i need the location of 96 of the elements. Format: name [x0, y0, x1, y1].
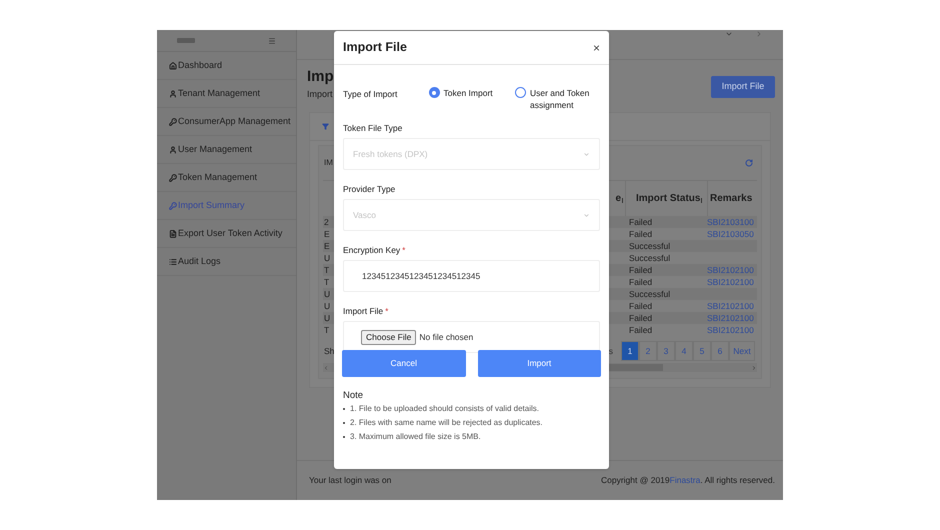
table-cell-text: Failed [628, 300, 654, 312]
page-button[interactable]: 3 [657, 341, 675, 361]
sidebar-item[interactable]: Audit Logs [157, 248, 296, 276]
copyright-text: Copyright @ 2019 [601, 474, 670, 487]
sidebar-item[interactable]: Tenant Management [157, 80, 296, 108]
logo-icon [177, 38, 195, 43]
page-button[interactable]: 5 [693, 341, 711, 361]
remarks-link[interactable]: SBI2102100 [707, 312, 754, 323]
table-cell-text: Failed [628, 216, 654, 228]
remarks-link[interactable]: SBI2103100 [707, 216, 754, 227]
copyright-text: . All rights reserved. [700, 474, 775, 487]
chevron-icon[interactable] [725, 30, 733, 38]
sidebar-item[interactable]: User Management [157, 136, 296, 164]
key-icon [169, 174, 177, 182]
radio-button[interactable] [515, 87, 526, 98]
table-cell-text: U [323, 288, 332, 300]
remarks-link[interactable]: SBI2103050 [707, 228, 754, 239]
list-icon [169, 258, 177, 266]
table-cell-text: Successful [628, 288, 672, 300]
chevron-icon [583, 212, 590, 218]
radio-option[interactable]: User and Token assignment [515, 87, 600, 122]
choose-file-button[interactable]: Choose File [361, 330, 416, 344]
table-cell-text: T [323, 324, 330, 336]
note-title: Note [343, 390, 364, 402]
field-label: Encryption Key [343, 244, 400, 256]
user-icon [169, 146, 177, 154]
home-icon [169, 62, 177, 70]
menu-icon[interactable] [268, 36, 276, 44]
next-button[interactable]: Next [729, 341, 755, 361]
radio-button[interactable] [428, 87, 440, 98]
company-link[interactable]: Finastra [670, 474, 700, 487]
dialog-title: Import File [343, 39, 407, 56]
table-cell-text: Failed [628, 228, 654, 240]
required-mark: * [402, 244, 406, 256]
key-icon [169, 118, 177, 126]
remarks-link[interactable]: SBI2102100 [707, 324, 754, 335]
table-cell-text: Failed [628, 324, 654, 336]
page-button[interactable]: 2 [639, 341, 657, 361]
field-label: Import File [343, 304, 384, 318]
page-subtitle: Import [307, 88, 334, 100]
table-cell-text: E [323, 228, 331, 240]
pagination-summary: Sh [323, 344, 334, 358]
sidebar-item[interactable]: Dashboard [157, 52, 296, 80]
pagination-previous[interactable]: s [608, 344, 621, 358]
input-field[interactable]: 1234512345123451234512345 [343, 260, 600, 292]
refresh-icon[interactable] [745, 159, 753, 167]
table-cell-text: Successful [628, 240, 672, 252]
scroll-left-icon[interactable] [323, 364, 329, 370]
sidebar-item[interactable]: ConsumerApp Management [157, 108, 296, 136]
table-cell-text: U [323, 312, 332, 324]
table-cell-text: U [323, 300, 332, 312]
page-title: Imp [307, 67, 334, 87]
import-button[interactable]: Import [478, 350, 601, 377]
page-button[interactable]: 1 [621, 341, 639, 361]
user-icon [169, 90, 177, 98]
type-label: Type of Import [343, 88, 398, 101]
field-label: Token File Type [343, 122, 402, 134]
scroll-thumb[interactable] [609, 364, 663, 371]
column-header[interactable]: e [609, 181, 625, 216]
filter-icon[interactable] [322, 123, 329, 130]
file-status: No file chosen [419, 330, 474, 344]
note-item: 3. Maximum allowed file size is 5MB. [350, 431, 481, 443]
field-label: Provider Type [343, 182, 396, 196]
cancel-button[interactable]: Cancel [342, 350, 466, 377]
sidebar-item[interactable]: Import Summary [157, 192, 296, 220]
sidebar-item[interactable]: Token Management [157, 164, 296, 192]
chevron-icon [583, 150, 590, 158]
scroll-right-icon[interactable] [751, 364, 757, 370]
table-cell-text: U [323, 252, 332, 264]
remarks-link[interactable]: SBI2102100 [707, 300, 754, 311]
remarks-link[interactable]: SBI2102100 [707, 264, 754, 275]
table-cell-text: Failed [628, 264, 654, 276]
radio-option[interactable]: Token Import [428, 87, 515, 122]
key-icon [169, 202, 177, 210]
table-cell-text: Failed [628, 312, 654, 324]
import-file-button[interactable]: Import File [711, 76, 775, 98]
remarks-link[interactable]: SBI2102100 [707, 276, 754, 287]
note-item: 1. File to be uploaded should consists of valid details. [350, 403, 540, 415]
note-item: 2. Files with same name will be rejected as duplicates. [350, 417, 543, 429]
table-cell-text: T [323, 276, 330, 288]
table-cell-text: E [323, 240, 331, 252]
card-title: IM [324, 157, 333, 169]
table-cell-text: 2 [323, 216, 330, 228]
file-icon [169, 230, 177, 238]
table-cell-text: T [323, 264, 330, 276]
select-value: Fresh tokens (DPX) [353, 148, 428, 160]
select-value: Vasco [353, 208, 376, 222]
close-button[interactable]: × [592, 42, 600, 54]
page-button[interactable]: 4 [675, 341, 693, 361]
chevron-icon[interactable] [755, 30, 763, 38]
page-button[interactable]: 6 [711, 341, 729, 361]
last-login-text: Your last login was on [309, 474, 392, 487]
table-cell-text: Successful [628, 252, 672, 264]
required-mark: * [385, 304, 388, 318]
table-cell-text: Failed [628, 276, 654, 288]
sidebar-item[interactable]: Export User Token Activity [157, 220, 296, 248]
